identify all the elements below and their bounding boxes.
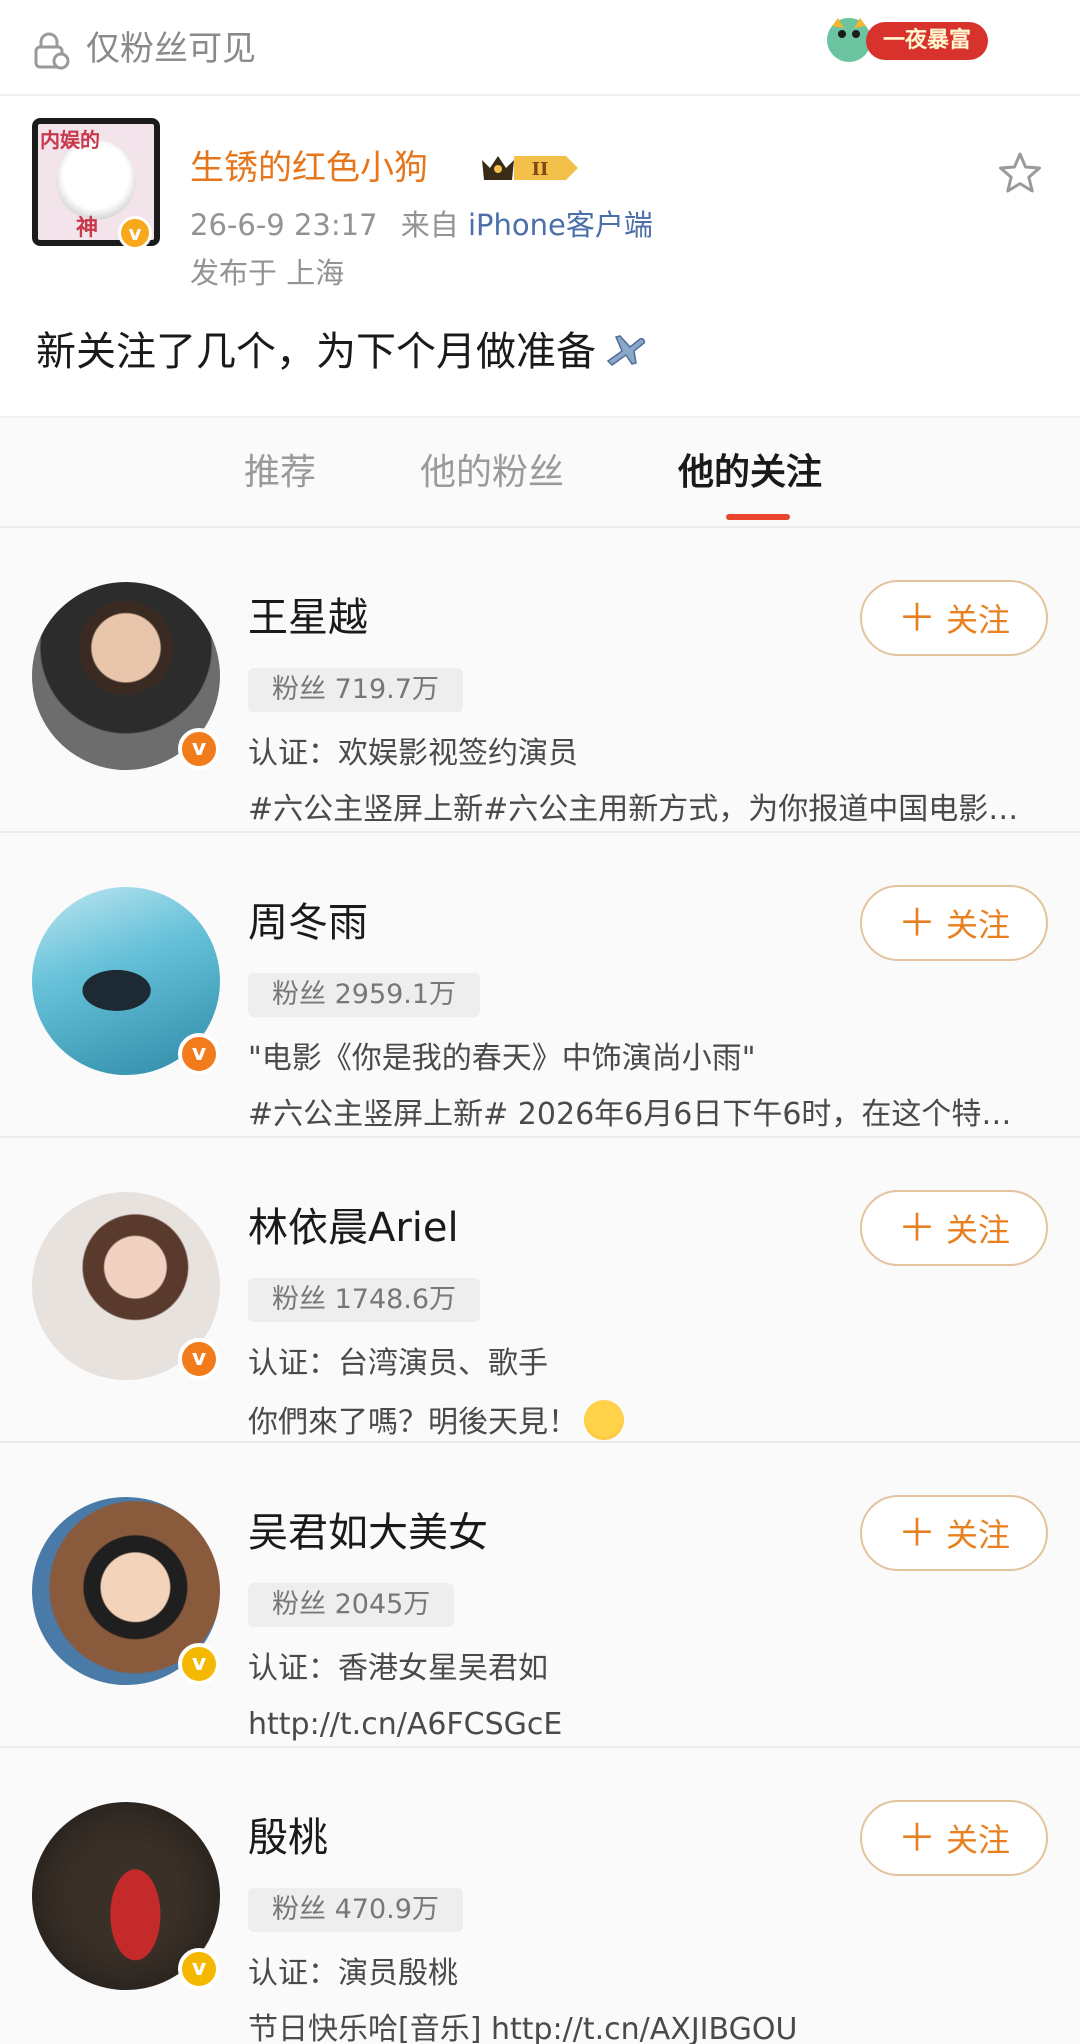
user-latest-post: #六公主竖屏上新# 2026年6月6日下午6时，在这个特别的日子	[248, 1097, 1038, 1132]
user-description: 认证：演员殷桃	[248, 1956, 458, 1991]
list-item[interactable]: v 吴君如大美女 粉丝 2045万 认证：香港女星吴君如 http://t.cn…	[0, 1443, 1080, 1748]
list-item[interactable]: v 周冬雨 粉丝 2959.1万 "电影《你是我的春天》中饰演尚小雨" #六公主…	[0, 833, 1080, 1138]
vip-crown-icon: II	[482, 156, 578, 180]
star-icon[interactable]	[996, 150, 1044, 198]
verified-icon: v	[178, 1033, 220, 1075]
verified-icon: v	[178, 1948, 220, 1990]
plus-icon: ＋	[897, 901, 936, 945]
post-time: 26-6-9 23:17	[190, 208, 378, 242]
visibility-label: 仅粉丝可见	[86, 29, 256, 69]
follow-label: 关注	[946, 906, 1011, 944]
plus-icon: ＋	[897, 1206, 936, 1250]
airplane-icon	[606, 335, 646, 366]
follow-button[interactable]: ＋ 关注	[860, 1800, 1048, 1876]
source-link[interactable]: iPhone客户端	[468, 208, 653, 242]
user-latest-post[interactable]: http://t.cn/A6FCSGcE	[248, 1705, 1038, 1745]
user-name[interactable]: 周冬雨	[248, 897, 368, 949]
promo-badge[interactable]: 一夜暴富	[818, 4, 1008, 74]
user-latest-post: #六公主竖屏上新#六公主用新方式，为你报道中国电影新鲜事	[248, 792, 1038, 827]
follow-button[interactable]: ＋ 关注	[860, 885, 1048, 961]
follow-button[interactable]: ＋ 关注	[860, 1495, 1048, 1571]
user-name[interactable]: 吴君如大美女	[248, 1507, 488, 1559]
profile-tabs: 推荐 他的粉丝 他的关注	[0, 416, 1080, 528]
tab-recommend[interactable]: 推荐	[244, 448, 316, 498]
fans-count: 粉丝 2959.1万	[248, 973, 481, 1017]
source-prefix: 来自	[400, 208, 459, 242]
post-snippet: 你們來了嗎？明後天見！	[248, 1405, 578, 1440]
follow-label: 关注	[946, 601, 1011, 639]
active-tab-indicator	[726, 514, 790, 520]
tab-following[interactable]: 他的关注	[678, 448, 822, 498]
user-description: 认证：台湾演员、歌手	[248, 1346, 548, 1381]
user-latest-post: 你們來了嗎？明後天見！	[248, 1400, 1038, 1443]
post-location: 发布于 上海	[190, 256, 345, 290]
post-body: 新关注了几个，为下个月做准备	[36, 329, 596, 375]
user-description: 认证：欢娱影视签约演员	[248, 736, 578, 771]
plus-icon: ＋	[897, 1511, 936, 1555]
follow-label: 关注	[946, 1821, 1011, 1859]
lock-icon	[34, 32, 70, 70]
post-meta: 26-6-9 23:17 来自 iPhone客户端	[190, 206, 653, 244]
user-description: "电影《你是我的春天》中饰演尚小雨"	[248, 1041, 756, 1076]
user-name[interactable]: 王星越	[248, 592, 368, 644]
verified-icon: v	[178, 1643, 220, 1685]
list-item[interactable]: v 王星越 粉丝 719.7万 认证：欢娱影视签约演员 #六公主竖屏上新#六公主…	[0, 528, 1080, 833]
fans-count: 粉丝 1748.6万	[248, 1278, 481, 1322]
verified-icon: v	[118, 216, 152, 250]
fans-count: 粉丝 719.7万	[248, 668, 463, 712]
user-description: 认证：香港女星吴君如	[248, 1651, 548, 1686]
list-item[interactable]: v 殷桃 粉丝 470.9万 认证：演员殷桃 节日快乐哈[音乐] http://…	[0, 1748, 1080, 2044]
vip-level: II	[532, 159, 549, 180]
visibility-bar: 仅粉丝可见 一夜暴富	[0, 0, 1080, 96]
fans-count: 粉丝 2045万	[248, 1583, 455, 1627]
list-item[interactable]: v 林依晨Ariel 粉丝 1748.6万 认证：台湾演员、歌手 你們來了嗎？明…	[0, 1138, 1080, 1443]
plus-icon: ＋	[897, 1816, 936, 1860]
user-name[interactable]: 林依晨Ariel	[248, 1202, 459, 1254]
plus-icon: ＋	[897, 596, 936, 640]
follow-button[interactable]: ＋ 关注	[860, 1190, 1048, 1266]
author-name[interactable]: 生锈的红色小狗	[190, 146, 428, 190]
user-latest-post: 节日快乐哈[音乐] http://t.cn/AXJIBGOU	[248, 2012, 798, 2044]
post-text: 新关注了几个，为下个月做准备	[36, 322, 648, 382]
verified-icon: v	[178, 1338, 220, 1380]
verified-icon: v	[178, 728, 220, 770]
fans-count: 粉丝 470.9万	[248, 1888, 463, 1932]
follow-button[interactable]: ＋ 关注	[860, 580, 1048, 656]
wink-emoji-icon	[584, 1400, 624, 1440]
tab-fans[interactable]: 他的粉丝	[420, 448, 564, 498]
follow-label: 关注	[946, 1211, 1011, 1249]
promo-label: 一夜暴富	[866, 22, 988, 60]
follow-label: 关注	[946, 1516, 1011, 1554]
user-name[interactable]: 殷桃	[248, 1812, 328, 1864]
